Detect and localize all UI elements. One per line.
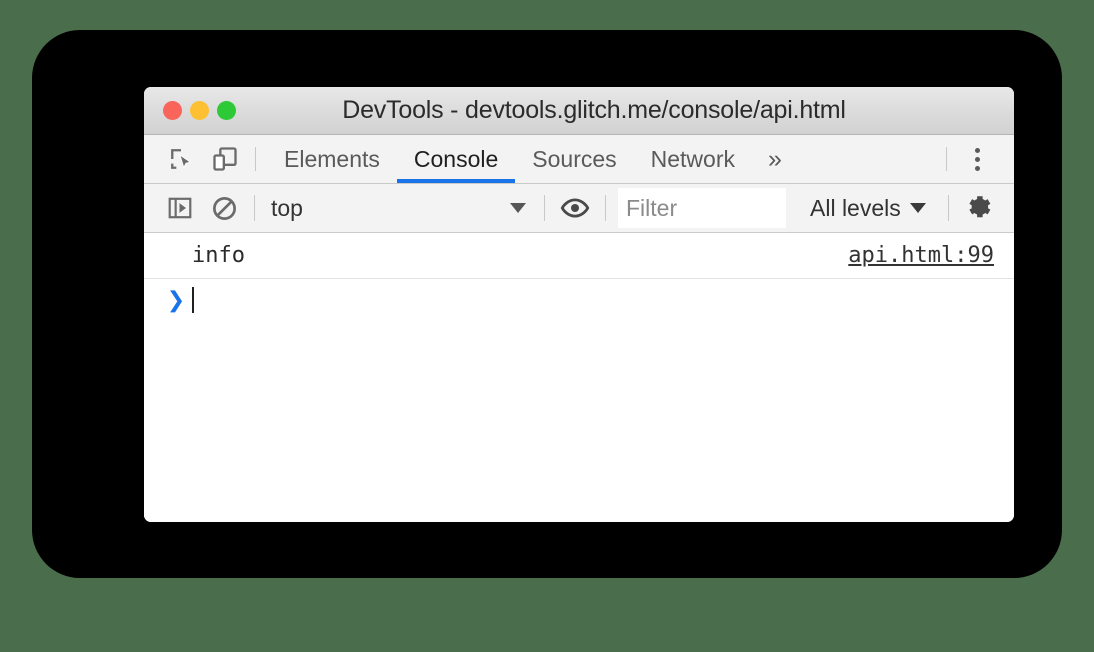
console-toolbar-divider-2 bbox=[544, 195, 545, 221]
console-message-text: info bbox=[192, 243, 245, 268]
tab-console[interactable]: Console bbox=[396, 135, 516, 183]
clear-console-button[interactable] bbox=[206, 190, 242, 226]
main-menu-button[interactable] bbox=[958, 140, 996, 178]
gear-icon bbox=[969, 196, 991, 218]
console-toolbar-divider-4 bbox=[947, 195, 949, 221]
traffic-lights bbox=[163, 101, 236, 120]
execution-context-value: top bbox=[271, 194, 303, 221]
console-sidebar-toggle-icon bbox=[168, 197, 192, 219]
eye-icon bbox=[560, 198, 590, 218]
tab-bar-divider-right bbox=[946, 147, 947, 171]
execution-context-selector[interactable]: top bbox=[267, 191, 532, 225]
console-sidebar-toggle-button[interactable] bbox=[162, 190, 198, 226]
window-title: DevTools - devtools.glitch.me/console/ap… bbox=[342, 96, 846, 124]
console-message-row[interactable]: info api.html:99 bbox=[144, 233, 1014, 279]
tab-sources[interactable]: Sources bbox=[515, 135, 633, 183]
title-bar: DevTools - devtools.glitch.me/console/ap… bbox=[144, 87, 1014, 135]
minimize-window-button[interactable] bbox=[190, 101, 209, 120]
tab-network[interactable]: Network bbox=[634, 135, 752, 183]
chevron-down-icon bbox=[909, 203, 926, 213]
console-message-source-link[interactable]: api.html:99 bbox=[848, 243, 994, 268]
close-window-button[interactable] bbox=[163, 101, 182, 120]
console-toolbar: top All levels bbox=[144, 184, 1014, 233]
device-toolbar-button[interactable] bbox=[206, 140, 244, 178]
tab-bar-spacer bbox=[798, 135, 935, 183]
chevron-down-icon bbox=[510, 203, 526, 213]
device-toolbar-icon bbox=[213, 147, 237, 171]
prompt-chevron-icon: ❯ bbox=[166, 287, 186, 313]
devtools-window: DevTools - devtools.glitch.me/console/ap… bbox=[144, 87, 1014, 522]
panel-tabs: Elements Console Sources Network » bbox=[267, 135, 798, 183]
tab-bar-tools bbox=[144, 135, 244, 183]
tab-bar-divider bbox=[255, 147, 256, 171]
kebab-menu-icon bbox=[958, 147, 996, 171]
maximize-window-button[interactable] bbox=[217, 101, 236, 120]
more-tabs-button[interactable]: » bbox=[752, 135, 798, 183]
live-expression-button[interactable] bbox=[557, 190, 593, 226]
clear-console-icon bbox=[212, 196, 236, 220]
log-levels-value: All levels bbox=[810, 194, 901, 221]
prompt-text-caret bbox=[192, 287, 194, 313]
console-prompt-row[interactable]: ❯ bbox=[144, 279, 1014, 321]
console-toolbar-divider-3 bbox=[605, 195, 606, 221]
settings-button[interactable] bbox=[961, 190, 997, 226]
console-toolbar-divider-1 bbox=[254, 195, 255, 221]
inspect-element-button[interactable] bbox=[162, 140, 200, 178]
devtools-tab-bar: Elements Console Sources Network » bbox=[144, 135, 1014, 184]
tab-elements[interactable]: Elements bbox=[267, 135, 397, 183]
device-frame: DevTools - devtools.glitch.me/console/ap… bbox=[32, 30, 1062, 578]
filter-input[interactable] bbox=[618, 188, 786, 228]
log-levels-selector[interactable]: All levels bbox=[810, 191, 926, 225]
inspect-element-icon bbox=[171, 149, 192, 169]
console-message-list[interactable]: info api.html:99 ❯ bbox=[144, 233, 1014, 522]
